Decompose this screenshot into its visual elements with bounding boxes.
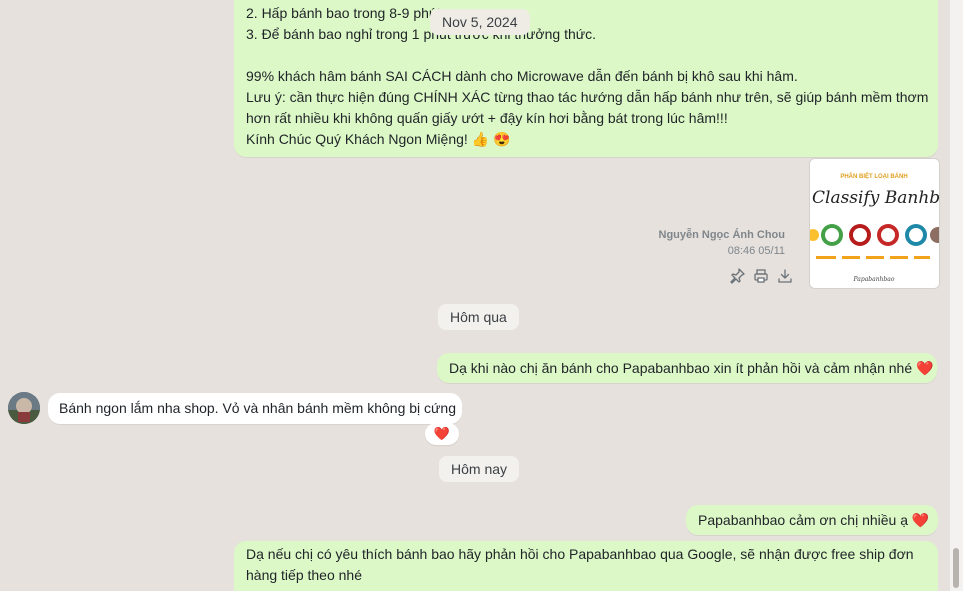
message-line: Dạ nếu chị có yêu thích bánh bao hãy phả… bbox=[246, 546, 914, 562]
message-line: Lưu ý: cần thực hiện đúng CHÍNH XÁC từng… bbox=[246, 89, 929, 105]
sender-name: Nguyễn Ngọc Ánh Chou bbox=[658, 229, 786, 241]
message-line: 99% khách hâm bánh SAI CÁCH dành cho Mic… bbox=[246, 68, 798, 84]
message-line: Kính Chúc Quý Khách Ngon Miệng! 👍 😍 bbox=[246, 131, 511, 147]
date-divider-yesterday: Hôm qua bbox=[438, 304, 519, 330]
message-text: Bánh ngon lắm nha shop. Vỏ và nhân bánh … bbox=[59, 400, 456, 416]
floating-date-badge: Nov 5, 2024 bbox=[430, 9, 530, 35]
reaction-heart[interactable]: ❤️ bbox=[425, 423, 459, 445]
image-attachment[interactable]: PHÂN BIỆT LOẠI BÁNH Classify Banhbao Pap… bbox=[809, 158, 940, 289]
message-bubble-outgoing[interactable]: Dạ nếu chị có yêu thích bánh bao hãy phả… bbox=[234, 541, 938, 591]
chat-scrollbar[interactable] bbox=[950, 0, 963, 591]
message-bubble-outgoing[interactable]: Dạ khi nào chị ăn bánh cho Papabanhbao x… bbox=[437, 353, 937, 383]
message-bubble-incoming[interactable]: Bánh ngon lắm nha shop. Vỏ và nhân bánh … bbox=[48, 393, 462, 424]
message-line: 3. Để bánh bao nghỉ trong 1 phút trước k… bbox=[246, 26, 597, 42]
message-text: Papabanhbao cảm ơn chị nhiều ạ ❤️ bbox=[698, 512, 930, 528]
message-text: Dạ khi nào chị ăn bánh cho Papabanhbao x… bbox=[449, 360, 934, 376]
image-title: Classify Banhbao bbox=[812, 188, 939, 208]
avatar[interactable] bbox=[8, 392, 40, 424]
message-line: hơn rất nhiều khi không quấn giấy ướt + … bbox=[246, 110, 728, 126]
message-line: hàng tiếp theo nhé bbox=[246, 567, 362, 583]
message-bubble-outgoing[interactable]: Papabanhbao cảm ơn chị nhiều ạ ❤️ bbox=[686, 505, 938, 535]
banhbao-classification-image: PHÂN BIỆT LOẠI BÁNH Classify Banhbao Pap… bbox=[810, 159, 939, 288]
message-bubble-instructions[interactable]: 2. Hấp bánh bao trong 8-9 phút 3. Để bán… bbox=[234, 0, 938, 157]
message-time: 08:46 05/11 bbox=[727, 245, 785, 257]
image-signature: Papabanhbao bbox=[853, 276, 895, 283]
image-heading: PHÂN BIỆT LOẠI BÁNH bbox=[840, 172, 907, 180]
scrollbar-thumb[interactable] bbox=[953, 548, 959, 588]
date-divider-today: Hôm nay bbox=[439, 456, 520, 482]
message-line: 2. Hấp bánh bao trong 8-9 phút bbox=[246, 5, 441, 21]
pin-icon[interactable] bbox=[727, 266, 747, 286]
chat-conversation: 2. Hấp bánh bao trong 8-9 phút 3. Để bán… bbox=[0, 0, 950, 591]
print-icon[interactable] bbox=[751, 266, 771, 286]
download-icon[interactable] bbox=[775, 266, 795, 286]
